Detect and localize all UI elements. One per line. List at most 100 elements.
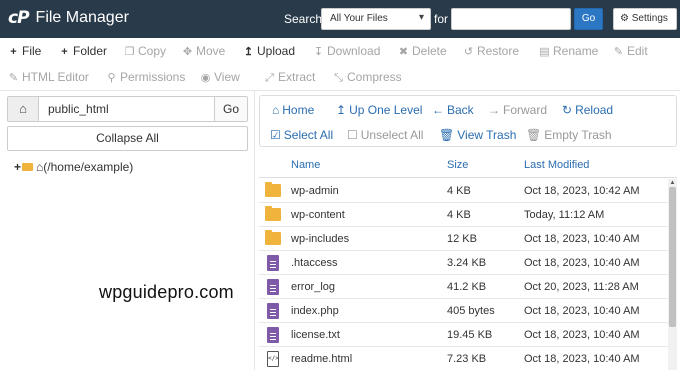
new-file-button[interactable]: + File xyxy=(8,44,41,58)
trash-icon: 🗑 xyxy=(526,128,542,142)
table-row[interactable]: </> readme.html 7.23 KB Oct 18, 2023, 10… xyxy=(259,347,668,370)
permissions-button[interactable]: ⚲ Permissions xyxy=(106,70,185,84)
table-row[interactable]: .htaccess 3.24 KB Oct 18, 2023, 10:40 AM xyxy=(259,251,668,275)
up-one-level-label: Up One Level xyxy=(349,103,423,117)
column-header-name[interactable]: Name xyxy=(291,159,320,171)
empty-trash-label: Empty Trash xyxy=(544,128,612,142)
copy-label: Copy xyxy=(138,44,167,58)
delete-button[interactable]: ✖ Delete xyxy=(398,44,447,58)
edit-label: Edit xyxy=(627,44,648,58)
scroll-up-icon[interactable]: ▲ xyxy=(668,179,677,187)
checkbox-empty-icon: ☐ xyxy=(347,128,358,142)
rename-button[interactable]: ▤ Rename xyxy=(539,44,598,58)
settings-button[interactable]: ⚙ Settings xyxy=(613,8,677,30)
file-modified: Oct 18, 2023, 10:40 AM xyxy=(524,305,640,317)
back-label: Back xyxy=(447,103,474,117)
file-size: 7.23 KB xyxy=(447,353,487,365)
table-row[interactable]: wp-content 4 KB Today, 11:12 AM xyxy=(259,203,668,227)
table-row[interactable]: index.php 405 bytes Oct 18, 2023, 10:40 … xyxy=(259,299,668,323)
view-trash-button[interactable]: 🗑 View Trash xyxy=(439,128,516,142)
search-input[interactable] xyxy=(451,8,571,30)
toolbar-divider xyxy=(0,90,680,91)
edit-icon: ✎ xyxy=(613,46,624,58)
home-icon[interactable]: ⌂ xyxy=(8,97,39,121)
download-button[interactable]: ↧ Download xyxy=(313,44,380,58)
view-button[interactable]: ◉ View xyxy=(200,70,240,84)
search-go-button[interactable]: Go xyxy=(574,8,603,30)
table-row[interactable]: wp-admin 4 KB Oct 18, 2023, 10:42 AM xyxy=(259,179,668,203)
checkbox-checked-icon: ☑ xyxy=(270,128,281,142)
compress-icon: ⤡ xyxy=(334,72,343,84)
scrollbar-thumb[interactable] xyxy=(669,187,676,327)
reload-button[interactable]: ↻ Reload xyxy=(562,103,613,117)
column-header-size[interactable]: Size xyxy=(447,159,468,171)
file-size: 4 KB xyxy=(447,209,471,221)
search-label: Search xyxy=(284,12,323,26)
view-label: View xyxy=(214,70,240,84)
chevron-down-icon: ▾ xyxy=(418,12,424,23)
empty-trash-button[interactable]: 🗑 Empty Trash xyxy=(526,128,612,142)
html-editor-icon: ✎ xyxy=(8,72,19,84)
file-name: .htaccess xyxy=(291,257,338,269)
up-one-level-button[interactable]: ↥ Up One Level xyxy=(336,103,422,117)
back-button[interactable]: ← Back xyxy=(432,103,474,117)
tree-root-label: (/home/example) xyxy=(43,160,134,174)
expand-icon[interactable]: + xyxy=(14,160,21,174)
path-input[interactable]: public_html xyxy=(48,102,109,116)
file-icon xyxy=(265,303,279,319)
trash-icon: 🗑 xyxy=(439,128,455,142)
file-size: 4 KB xyxy=(447,185,471,197)
column-header-last-modified[interactable]: Last Modified xyxy=(524,159,589,171)
select-all-button[interactable]: ☑ Select All xyxy=(270,128,333,142)
table-row[interactable]: license.txt 19.45 KB Oct 18, 2023, 10:40… xyxy=(259,323,668,347)
unselect-all-button[interactable]: ☐ Unselect All xyxy=(347,128,423,142)
copy-icon: ❐ xyxy=(124,46,135,58)
path-go-button[interactable]: Go xyxy=(214,97,247,121)
table-row[interactable]: error_log 41.2 KB Oct 20, 2023, 11:28 AM xyxy=(259,275,668,299)
file-size: 12 KB xyxy=(447,233,477,245)
file-size: 405 bytes xyxy=(447,305,495,317)
move-label: Move xyxy=(196,44,226,58)
unselect-all-label: Unselect All xyxy=(360,128,424,142)
search-scope-value: All Your Files xyxy=(330,13,388,24)
reload-icon: ↻ xyxy=(562,103,573,117)
home-nav-button[interactable]: ⌂ Home xyxy=(272,103,314,117)
copy-button[interactable]: ❐ Copy xyxy=(124,44,166,58)
new-folder-button[interactable]: + Folder xyxy=(59,44,107,58)
folder-icon xyxy=(265,182,281,197)
eye-icon: ◉ xyxy=(200,72,211,84)
select-all-label: Select All xyxy=(283,128,334,142)
upload-button[interactable]: ↥ Upload xyxy=(243,44,295,58)
extract-label: Extract xyxy=(278,70,316,84)
reload-label: Reload xyxy=(575,103,614,117)
html-editor-button[interactable]: ✎ HTML Editor xyxy=(8,70,89,84)
html-file-icon: </> xyxy=(265,351,279,367)
file-modified: Oct 18, 2023, 10:40 AM xyxy=(524,233,640,245)
home-nav-label: Home xyxy=(282,103,315,117)
extract-icon: ⤢ xyxy=(265,72,274,84)
forward-button[interactable]: → Forward xyxy=(488,103,547,117)
restore-button[interactable]: ↺ Restore xyxy=(463,44,519,58)
plus-icon: + xyxy=(10,46,17,58)
file-modified: Today, 11:12 AM xyxy=(524,209,605,221)
file-modified: Oct 18, 2023, 10:40 AM xyxy=(524,257,640,269)
collapse-all-button[interactable]: Collapse All xyxy=(7,126,248,151)
file-name: index.php xyxy=(291,305,339,317)
upload-icon: ↥ xyxy=(243,46,254,58)
path-bar: ⌂ public_html Go xyxy=(7,96,248,122)
search-scope-select[interactable]: All Your Files ▾ xyxy=(321,8,431,30)
file-modified: Oct 20, 2023, 11:28 AM xyxy=(524,281,639,293)
toolbar-row-2: ✎ HTML Editor ⚲ Permissions ◉ View ⤢ Extract… xyxy=(0,64,680,90)
settings-label: Settings xyxy=(631,13,668,24)
rename-icon: ▤ xyxy=(539,46,550,58)
compress-button[interactable]: ⤡ Compress xyxy=(333,70,402,85)
table-row[interactable]: wp-includes 12 KB Oct 18, 2023, 10:40 AM xyxy=(259,227,668,251)
edit-button[interactable]: ✎ Edit xyxy=(613,44,648,58)
vertical-scrollbar[interactable]: ▲ xyxy=(668,179,677,370)
move-button[interactable]: ✥ Move xyxy=(182,44,225,58)
arrow-left-icon: ← xyxy=(432,103,444,117)
folder-icon xyxy=(22,163,34,171)
extract-button[interactable]: ⤢ Extract xyxy=(264,70,315,85)
tree-root-item[interactable]: + ⌂(/home/example) xyxy=(14,160,133,174)
gear-icon: ⚙ xyxy=(620,13,629,24)
